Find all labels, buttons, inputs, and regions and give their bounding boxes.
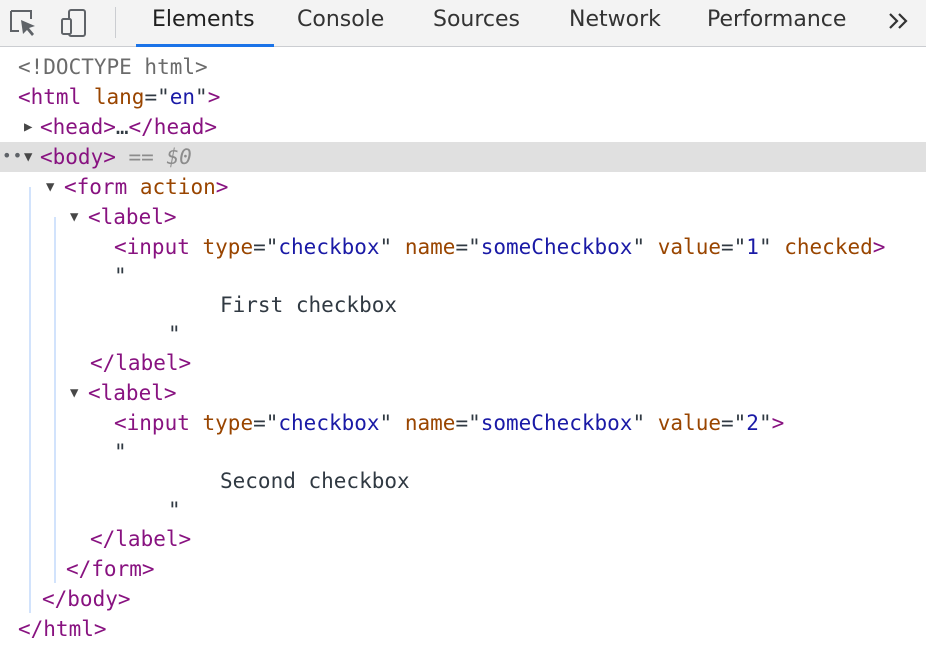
tree-row-form[interactable]: ▼ <form action>: [0, 172, 926, 202]
tree-row-label-close[interactable]: </label>: [0, 348, 926, 378]
inspect-element-icon[interactable]: [6, 6, 40, 40]
toolbar-separator: [115, 7, 116, 38]
expand-triangle-icon[interactable]: ▶: [24, 112, 32, 142]
label-open-tag: <label>: [88, 381, 177, 405]
head-open-tag: <head>: [40, 115, 116, 139]
elements-tree: <!DOCTYPE html> <html lang="en"> ▶ <head…: [0, 47, 926, 662]
action-attribute: action: [139, 175, 216, 199]
text-node: Second checkbox: [220, 469, 410, 493]
html-close-tag: </html>: [18, 617, 107, 641]
body-close-tag: </body>: [42, 587, 131, 611]
tree-row-text-quote: ": [168, 322, 181, 346]
tree-row-html[interactable]: <html lang="en">: [0, 82, 926, 112]
more-tabs-icon[interactable]: [884, 4, 914, 38]
tree-row-label-close[interactable]: </label>: [0, 524, 926, 554]
tree-row-body-close[interactable]: </body>: [0, 584, 926, 614]
tree-row-text[interactable]: First checkbox: [0, 290, 926, 320]
tree-row-doctype[interactable]: <!DOCTYPE html>: [0, 52, 926, 82]
tree-row-text-quote: ": [114, 264, 127, 288]
tab-performance[interactable]: Performance: [707, 0, 846, 47]
label-close-tag: </label>: [90, 527, 192, 551]
tree-row-input[interactable]: <input type="checkbox" name="someCheckbo…: [0, 232, 926, 262]
input-open-tag: <input: [114, 235, 190, 259]
lang-value: en: [169, 85, 196, 109]
tree-row-body-selected[interactable]: •• ▼ <body> == $0: [0, 142, 926, 172]
body-open-tag: <body>: [40, 145, 116, 169]
collapse-triangle-icon[interactable]: ▼: [70, 202, 78, 232]
device-toggle-icon[interactable]: [58, 6, 92, 40]
more-actions-dots-icon[interactable]: ••: [2, 142, 23, 170]
head-ellipsis[interactable]: …: [116, 115, 129, 139]
doctype-node: <!DOCTYPE html>: [18, 55, 208, 79]
tree-row-text-quote: ": [114, 440, 127, 464]
tab-network[interactable]: Network: [569, 0, 661, 47]
devtools-toolbar: Elements Console Sources Network Perform…: [0, 0, 926, 47]
collapse-triangle-icon[interactable]: ▼: [24, 142, 32, 172]
collapse-triangle-icon[interactable]: ▼: [46, 172, 54, 202]
selected-hint: ==: [115, 145, 167, 169]
form-open-tag: <form: [64, 175, 128, 199]
text-node: First checkbox: [220, 293, 398, 317]
form-close-tag: </form>: [66, 557, 155, 581]
tree-row-input[interactable]: <input type="checkbox" name="someCheckbo…: [0, 408, 926, 438]
tab-console[interactable]: Console: [297, 0, 384, 47]
collapse-triangle-icon[interactable]: ▼: [70, 378, 78, 408]
tree-row-text-quote: ": [168, 498, 181, 522]
tab-sources[interactable]: Sources: [433, 0, 520, 47]
input-open-tag: <input: [114, 411, 190, 435]
tab-elements[interactable]: Elements: [152, 0, 255, 47]
label-open-tag: <label>: [88, 205, 177, 229]
lang-attribute: lang: [93, 85, 145, 109]
html-open-tag: <html: [18, 85, 82, 109]
tree-row-text[interactable]: Second checkbox: [0, 466, 926, 496]
checked-attribute: checked: [784, 235, 873, 259]
tree-row-label[interactable]: ▼ <label>: [0, 202, 926, 232]
selected-var: $0: [166, 145, 192, 169]
tree-row-head[interactable]: ▶ <head>…</head>: [0, 112, 926, 142]
head-close-tag: </head>: [128, 115, 218, 139]
tree-row-form-close[interactable]: </form>: [0, 554, 926, 584]
label-close-tag: </label>: [90, 351, 192, 375]
tree-row-label[interactable]: ▼ <label>: [0, 378, 926, 408]
tree-row-html-close[interactable]: </html>: [0, 614, 926, 644]
